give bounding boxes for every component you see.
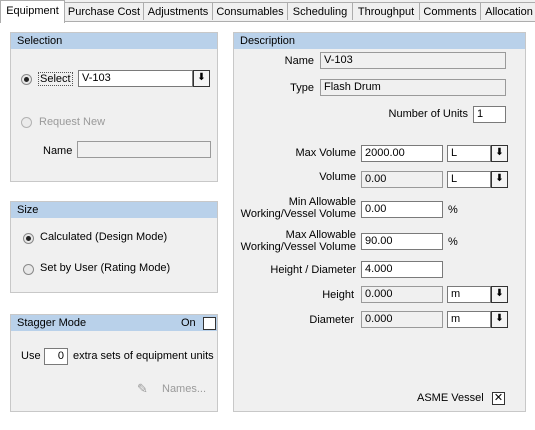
units-field[interactable]: 1: [473, 106, 506, 123]
hd-field[interactable]: 4.000: [361, 261, 443, 278]
name-field[interactable]: [77, 141, 211, 158]
set-by-user-label: Set by User (Rating Mode): [40, 262, 171, 274]
volume-unit-button[interactable]: ⬇: [491, 171, 508, 188]
min-ratio-label-line2: Working/Vessel Volume: [240, 208, 356, 220]
hd-label: Height / Diameter: [270, 264, 356, 276]
arrow-down-icon: ⬇: [197, 72, 206, 83]
selection-title: Selection: [11, 33, 217, 49]
select-label[interactable]: Select: [38, 72, 73, 86]
select-dropdown-button[interactable]: ⬇: [193, 70, 210, 87]
tab-purchase-cost[interactable]: Purchase Cost: [64, 2, 144, 20]
tab-throughput[interactable]: Throughput: [352, 2, 420, 20]
description-title: Description: [234, 33, 525, 49]
max-ratio-unit: %: [448, 236, 458, 248]
max-volume-label: Max Volume: [295, 147, 356, 159]
asme-label: ASME Vessel: [417, 392, 484, 404]
tab-adjustments[interactable]: Adjustments: [143, 2, 213, 20]
height-field: 0.000: [361, 286, 443, 303]
diameter-label: Diameter: [309, 314, 354, 326]
equipment-page: Selection Select V-103 ⬇ Request New Nam…: [0, 22, 535, 430]
desc-name-label: Name: [284, 55, 314, 67]
select-radio[interactable]: [21, 74, 32, 85]
desc-name-field: V-103: [320, 52, 506, 69]
tab-consumables[interactable]: Consumables: [212, 2, 288, 20]
stagger-on-checkbox[interactable]: [203, 317, 216, 330]
equipment-select-dropdown[interactable]: V-103: [78, 70, 193, 87]
height-unit-select[interactable]: m: [447, 286, 491, 303]
selection-panel: Selection Select V-103 ⬇ Request New Nam…: [10, 32, 218, 182]
min-ratio-field[interactable]: 0.00: [361, 201, 443, 218]
tab-comments[interactable]: Comments: [419, 2, 481, 20]
stagger-panel: Stagger Mode On Use 0 extra sets of equi…: [10, 314, 218, 412]
arrow-down-icon: ⬇: [495, 173, 504, 184]
max-ratio-label-line2: Working/Vessel Volume: [240, 241, 356, 253]
max-ratio-field[interactable]: 90.00: [361, 233, 443, 250]
arrow-down-icon: ⬇: [495, 147, 504, 158]
units-label: Number of Units: [388, 108, 468, 120]
volume-label: Volume: [319, 171, 356, 183]
min-ratio-label-line1: Min Allowable: [288, 196, 356, 208]
volume-unit-select[interactable]: L: [447, 171, 491, 188]
max-ratio-label: Max Allowable Working/Vessel Volume: [234, 229, 356, 253]
size-title: Size: [11, 202, 217, 218]
calculated-label: Calculated (Design Mode): [40, 231, 168, 243]
name-label: Name: [43, 145, 73, 157]
tab-equipment[interactable]: Equipment: [0, 0, 65, 23]
height-unit-button[interactable]: ⬇: [491, 286, 508, 303]
stagger-on-label: On: [181, 317, 196, 329]
arrow-down-icon: ⬇: [495, 313, 504, 324]
pencil-icon: ✎: [137, 381, 148, 396]
desc-type-field: Flash Drum: [320, 79, 506, 96]
stagger-count-field[interactable]: 0: [44, 348, 68, 365]
stagger-suffix-label: extra sets of equipment units: [73, 350, 214, 362]
max-volume-unit-select[interactable]: L: [447, 145, 491, 162]
calculated-radio[interactable]: [23, 233, 34, 244]
diameter-unit-select[interactable]: m: [447, 311, 491, 328]
volume-field: 0.00: [361, 171, 443, 188]
request-new-label: Request New: [39, 116, 106, 128]
max-ratio-label-line1: Max Allowable: [285, 229, 356, 241]
tab-bar: Equipment Purchase Cost Adjustments Cons…: [0, 0, 535, 23]
min-ratio-label: Min Allowable Working/Vessel Volume: [234, 196, 356, 220]
desc-type-label: Type: [290, 82, 314, 94]
max-volume-field[interactable]: 2000.00: [361, 145, 443, 162]
request-new-radio[interactable]: [21, 117, 32, 128]
asme-checkbox[interactable]: ✕: [492, 392, 505, 405]
description-panel: Description Name V-103 Type Flash Drum N…: [233, 32, 526, 412]
diameter-unit-button[interactable]: ⬇: [491, 311, 508, 328]
max-volume-unit-button[interactable]: ⬇: [491, 145, 508, 162]
names-button[interactable]: Names...: [162, 383, 206, 395]
set-by-user-radio[interactable]: [23, 264, 34, 275]
size-panel: Size Calculated (Design Mode) Set by Use…: [10, 201, 218, 293]
arrow-down-icon: ⬇: [495, 288, 504, 299]
min-ratio-unit: %: [448, 204, 458, 216]
diameter-field: 0.000: [361, 311, 443, 328]
use-label: Use: [21, 350, 41, 362]
height-label: Height: [322, 289, 354, 301]
tab-scheduling[interactable]: Scheduling: [287, 2, 353, 20]
tab-allocation[interactable]: Allocation: [480, 2, 535, 20]
